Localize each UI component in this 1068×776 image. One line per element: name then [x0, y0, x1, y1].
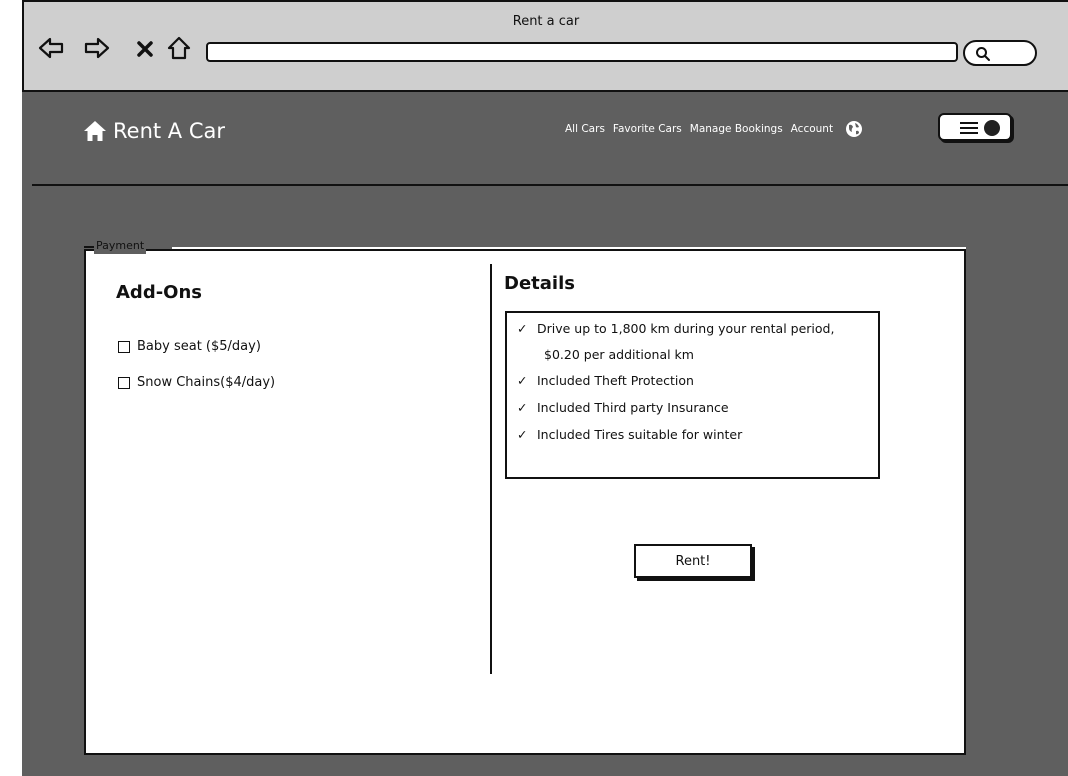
detail-item: ✓ Included Theft Protection [517, 373, 694, 388]
snow-chains-label: Snow Chains($4/day) [137, 375, 276, 390]
toggle-knob [984, 120, 1000, 136]
detail-item: ✓ Drive up to 1,800 km during your renta… [517, 321, 835, 336]
panel-top-edge [172, 247, 966, 249]
search-icon [976, 47, 990, 61]
detail-item-continuation: $0.20 per additional km [544, 347, 694, 362]
menu-toggle[interactable] [938, 113, 1012, 141]
nav-favorite-cars[interactable]: Favorite Cars [613, 123, 682, 135]
checkmark-icon: ✓ [517, 321, 528, 336]
baby-seat-label: Baby seat ($5/day) [137, 339, 261, 354]
forward-icon[interactable] [84, 36, 110, 60]
rent-button[interactable]: Rent! [634, 544, 752, 578]
panel-divider [490, 264, 492, 674]
brand-name: Rent A Car [113, 119, 225, 143]
nav-all-cars[interactable]: All Cars [565, 123, 605, 135]
snow-chains-checkbox[interactable] [118, 376, 130, 389]
globe-icon[interactable] [845, 120, 863, 138]
window-title: Rent a car [512, 14, 580, 29]
addon-baby-seat[interactable]: Baby seat ($5/day) [118, 339, 261, 354]
header-divider [32, 184, 1068, 186]
payment-legend: Payment [83, 238, 147, 254]
checkmark-icon: ✓ [517, 427, 528, 442]
address-bar[interactable] [206, 42, 958, 62]
home-icon[interactable] [166, 35, 192, 61]
details-title: Details [504, 273, 575, 294]
back-icon[interactable] [38, 36, 64, 60]
details-box: ✓ Drive up to 1,800 km during your renta… [505, 311, 880, 479]
search-button[interactable] [963, 40, 1037, 66]
top-nav: All Cars Favorite Cars Manage Bookings A… [565, 120, 863, 138]
addon-snow-chains[interactable]: Snow Chains($4/day) [118, 375, 275, 390]
checkmark-icon: ✓ [517, 400, 528, 415]
nav-manage-bookings[interactable]: Manage Bookings [690, 123, 783, 135]
checkmark-icon: ✓ [517, 373, 528, 388]
addons-title: Add-Ons [116, 282, 203, 303]
detail-item: ✓ Included Tires suitable for winter [517, 427, 743, 442]
baby-seat-checkbox[interactable] [118, 340, 130, 353]
nav-account[interactable]: Account [791, 123, 833, 135]
brand-logo[interactable]: Rent A Car [83, 116, 225, 146]
stop-icon[interactable] [135, 39, 155, 59]
detail-item: ✓ Included Third party Insurance [517, 400, 729, 415]
home-brand-icon [84, 121, 106, 141]
hamburger-icon [960, 122, 978, 134]
